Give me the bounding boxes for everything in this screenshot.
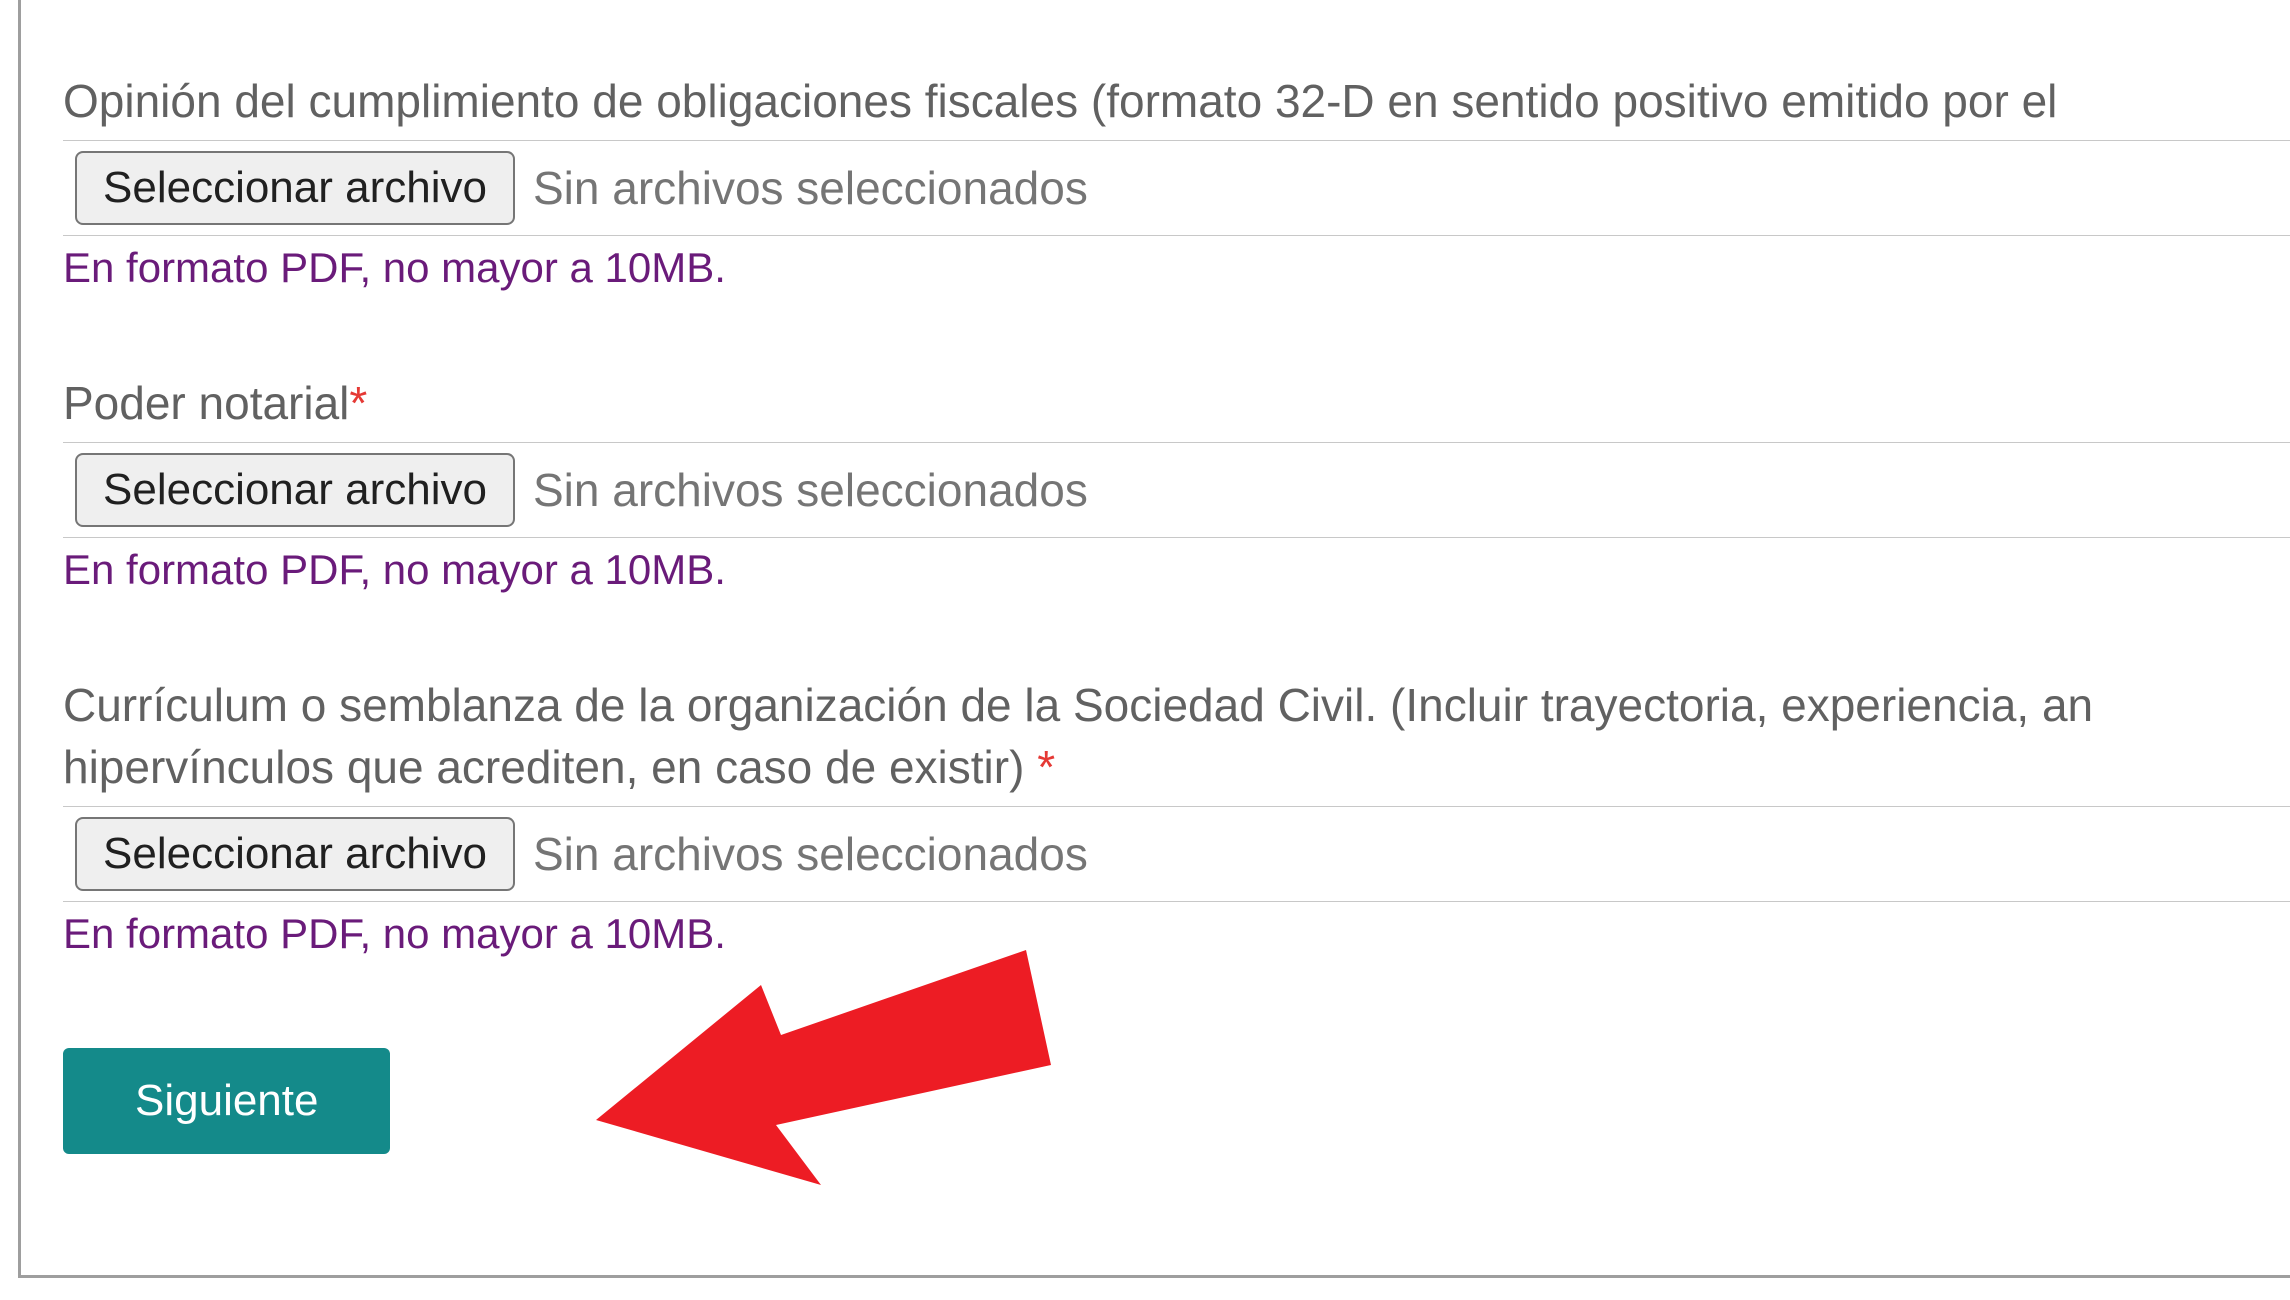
file-input-curriculum[interactable]: Seleccionar archivo Sin archivos selecci… [63, 806, 2290, 902]
file-status-notarial: Sin archivos seleccionados [533, 463, 1088, 517]
label-notarial: Poder notarial* [63, 372, 2290, 434]
next-button[interactable]: Siguiente [63, 1048, 390, 1154]
label-curriculum: Currículum o semblanza de la organizació… [63, 674, 2290, 798]
form-group-fiscal: Opinión del cumplimiento de obligaciones… [63, 70, 2290, 292]
label-text-notarial: Poder notarial [63, 377, 349, 429]
label-curriculum-line2: hipervínculos que acrediten, en caso de … [63, 741, 1037, 793]
file-status-fiscal: Sin archivos seleccionados [533, 161, 1088, 215]
form-container: Opinión del cumplimiento de obligaciones… [18, 0, 2290, 1278]
required-marker-notarial: * [349, 377, 367, 429]
select-file-button-notarial[interactable]: Seleccionar archivo [75, 453, 515, 527]
label-curriculum-line1: Currículum o semblanza de la organizació… [63, 679, 2093, 731]
file-status-curriculum: Sin archivos seleccionados [533, 827, 1088, 881]
select-file-button-curriculum[interactable]: Seleccionar archivo [75, 817, 515, 891]
hint-notarial: En formato PDF, no mayor a 10MB. [63, 546, 2290, 594]
file-input-notarial[interactable]: Seleccionar archivo Sin archivos selecci… [63, 442, 2290, 538]
arrow-annotation-icon [596, 950, 1076, 1210]
hint-fiscal: En formato PDF, no mayor a 10MB. [63, 244, 2290, 292]
form-group-curriculum: Currículum o semblanza de la organizació… [63, 674, 2290, 958]
form-group-notarial: Poder notarial* Seleccionar archivo Sin … [63, 372, 2290, 594]
required-marker-curriculum: * [1037, 741, 1055, 793]
hint-curriculum: En formato PDF, no mayor a 10MB. [63, 910, 2290, 958]
label-fiscal: Opinión del cumplimiento de obligaciones… [63, 70, 2290, 132]
file-input-fiscal[interactable]: Seleccionar archivo Sin archivos selecci… [63, 140, 2290, 236]
select-file-button-fiscal[interactable]: Seleccionar archivo [75, 151, 515, 225]
